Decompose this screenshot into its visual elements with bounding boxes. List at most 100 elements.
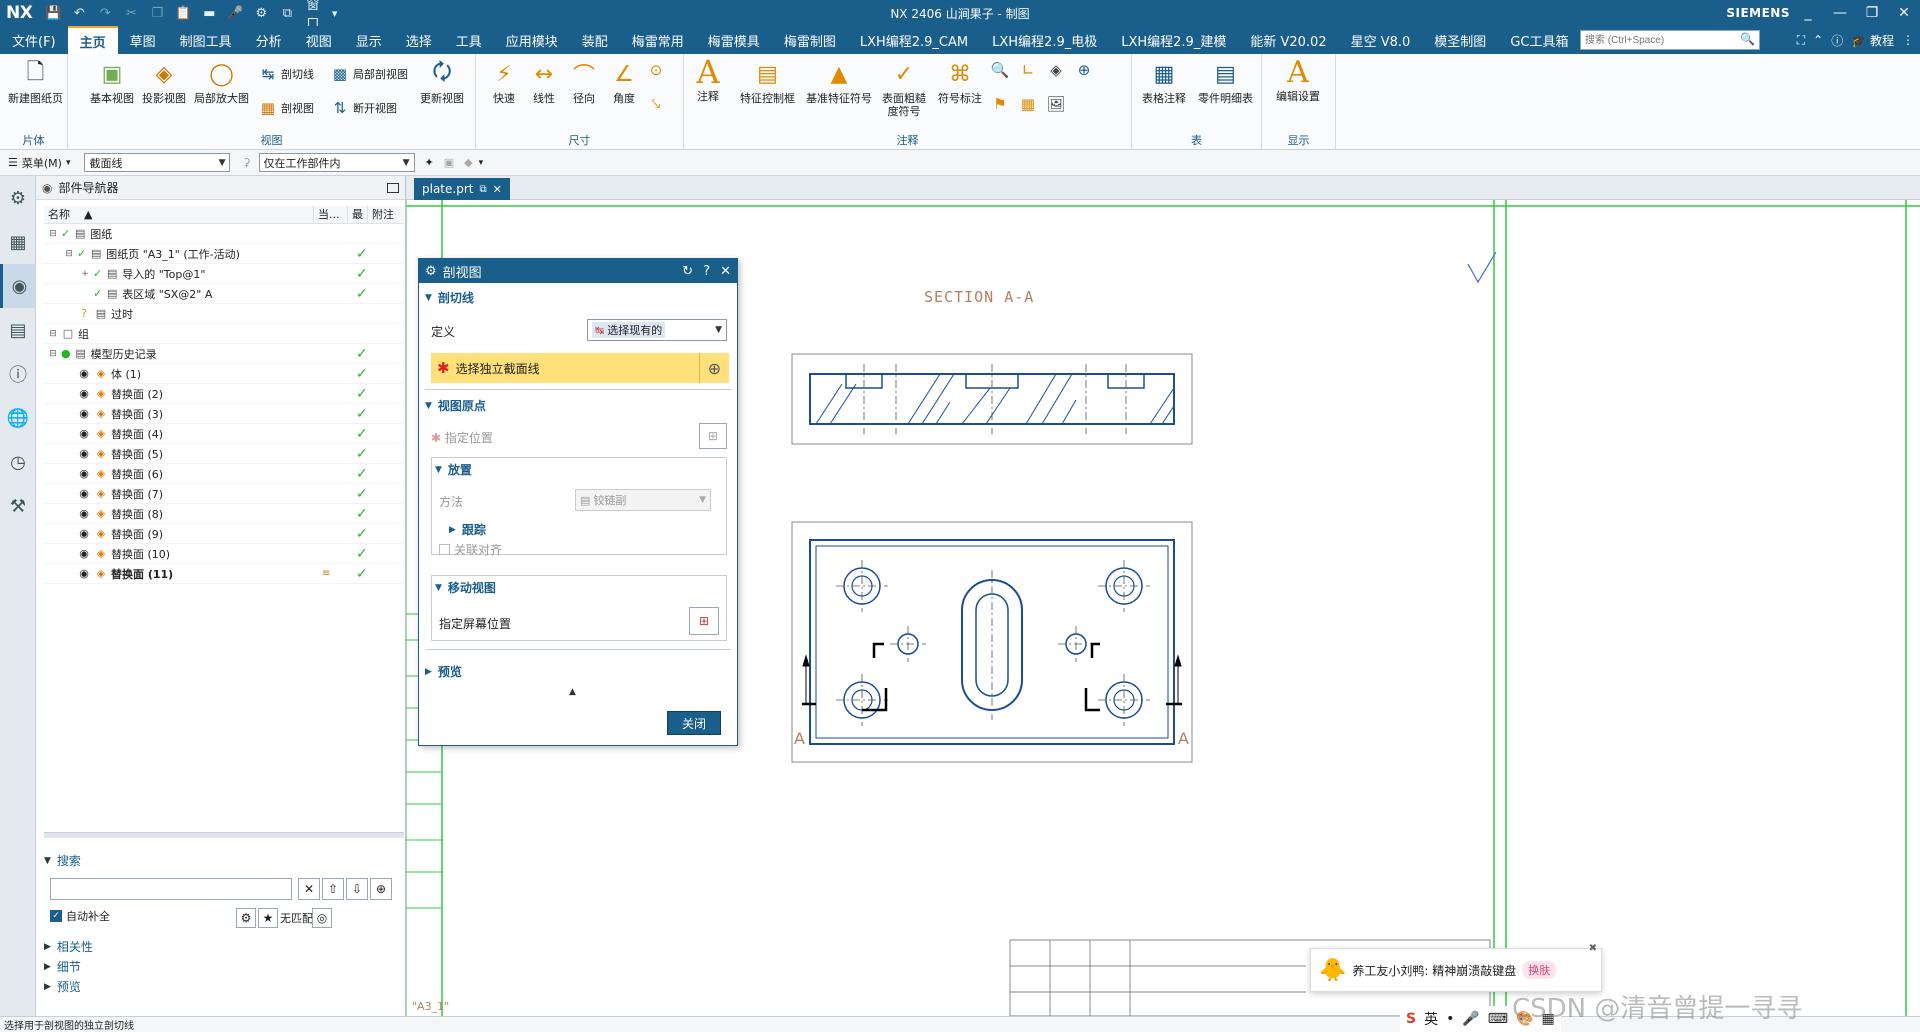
column-latest[interactable]: 最 xyxy=(348,206,368,223)
tree-row[interactable]: ⊟ ✓ ▤ 图纸 xyxy=(44,224,404,244)
section-view[interactable] xyxy=(791,353,1193,445)
detail-view-button[interactable]: ◯ 局部放大图 xyxy=(194,58,249,106)
collapse-ribbon-icon[interactable]: ⌃ xyxy=(1813,33,1823,47)
preview-group-header[interactable]: ▶ 预览 xyxy=(425,663,731,680)
roles-icon[interactable]: ⚒ xyxy=(0,484,36,528)
visibility-eye-icon[interactable]: ◉ xyxy=(77,487,91,501)
section-details[interactable]: ▶ 细节 xyxy=(44,958,81,975)
paste-icon[interactable]: 📋 xyxy=(172,3,194,23)
menu-xingkong[interactable]: 星空 V8.0 xyxy=(1339,26,1423,54)
ime-swap-skin-button[interactable]: 换肤 xyxy=(1522,961,1557,979)
match-locate-button[interactable]: ◎ xyxy=(312,908,332,928)
rapid-dimension-button[interactable]: ⚡ 快速 xyxy=(486,58,522,106)
settings-gear-icon[interactable]: ⚙ xyxy=(0,176,36,220)
microphone-icon[interactable]: 🎤 xyxy=(1462,1011,1479,1027)
restore-icon[interactable]: ❐ xyxy=(1856,0,1888,26)
web-browser-icon[interactable]: 🌐 xyxy=(0,396,36,440)
break-out-section-button[interactable]: ▩ 局部剖视图 xyxy=(330,64,408,84)
base-view-button[interactable]: ▣ 基本视图 xyxy=(90,58,134,106)
section-line-group-header[interactable]: ▼ 剖切线 xyxy=(425,289,731,306)
sogou-logo-icon[interactable]: S xyxy=(1406,1011,1416,1027)
search-down-button[interactable]: ⇩ xyxy=(346,878,368,900)
track-group-header[interactable]: ▶ 跟踪 xyxy=(449,521,649,538)
navigator-splitter[interactable] xyxy=(44,832,404,838)
crosshair-icon[interactable]: ⊕ xyxy=(699,353,729,383)
maximize-icon[interactable] xyxy=(387,182,399,193)
hd3d-tools-icon[interactable]: ⓘ xyxy=(0,352,36,396)
tree-row[interactable]: ◉ ◈ 替换面 (3) ✓ xyxy=(44,404,404,424)
dialog-titlebar[interactable]: ⚙ 剖视图 ↻ ? ✕ xyxy=(419,259,737,283)
search-section-header[interactable]: ▼ 搜索 xyxy=(44,852,81,869)
visibility-eye-icon[interactable]: ◉ xyxy=(77,527,91,541)
datum-feature-symbol-button[interactable]: ▲ 基准特征符号 xyxy=(806,58,872,106)
crosshatch-button[interactable]: ▦ xyxy=(1018,94,1038,114)
cut-icon[interactable]: ✂ xyxy=(120,3,142,23)
specify-location-button[interactable]: ⊞ xyxy=(699,423,727,449)
search-locate-button[interactable]: ⊕ xyxy=(370,878,392,900)
define-dropdown[interactable]: ↹ 选择现有的 ▼ xyxy=(587,319,727,341)
area-fill-button[interactable]: ◈ xyxy=(1046,60,1066,80)
visibility-eye-icon[interactable]: ◉ xyxy=(77,427,91,441)
leader-button[interactable]: ∟ xyxy=(1018,60,1038,80)
tree-row[interactable]: ◉ ◈ 体 (1) ✓ xyxy=(44,364,404,384)
reset-icon[interactable]: ↻ xyxy=(682,264,693,279)
table-note-button[interactable]: ▦ 表格注释 xyxy=(1142,58,1186,106)
section-line-button[interactable]: ↹ 剖切线 xyxy=(258,64,314,84)
navigator-search-input[interactable] xyxy=(50,878,292,900)
ime-notification[interactable]: 🐥 养工友小刘鸭: 精神崩溃敲键盘 换肤 ✖ xyxy=(1310,943,1602,992)
dialog-close-button[interactable]: 关闭 xyxy=(667,711,721,735)
window-menu[interactable]: 窗口 ▾ xyxy=(302,0,341,32)
menu-select[interactable]: 选择 xyxy=(394,26,444,54)
tree-row[interactable]: ◉ ◈ 替换面 (6) ✓ xyxy=(44,464,404,484)
chamfer-dimension-button[interactable]: ⤥ xyxy=(646,94,666,114)
menu-meilei-mold[interactable]: 梅雷模具 xyxy=(696,26,772,54)
fullscreen-icon[interactable]: ⛶ xyxy=(1797,33,1805,48)
help-circle-icon[interactable]: ⓘ xyxy=(1831,32,1843,49)
menu-nengxin[interactable]: 能新 V20.02 xyxy=(1238,26,1338,54)
section-view-button[interactable]: ▦ 剖视图 xyxy=(258,98,314,118)
move-view-group-header[interactable]: ▼ 移动视图 xyxy=(435,579,715,596)
menu-assembly[interactable]: 装配 xyxy=(570,26,620,54)
repeat-command-icon[interactable]: ▬ xyxy=(198,3,220,23)
menu-lxh-cam[interactable]: LXH编程2.9_CAM xyxy=(848,26,980,54)
visibility-eye-icon[interactable]: ◉ xyxy=(77,507,91,521)
angular-dimension-button[interactable]: ∠ 角度 xyxy=(606,58,642,106)
touch-mode-icon[interactable]: ⚙ xyxy=(250,3,272,23)
ribbon-options-icon[interactable]: ⋮ xyxy=(1902,33,1914,47)
expand-toggle-icon[interactable]: ⊟ xyxy=(64,249,74,259)
visibility-eye-icon[interactable]: ◉ xyxy=(77,567,91,581)
command-search-input[interactable] xyxy=(1580,30,1760,50)
menu-tools[interactable]: 工具 xyxy=(444,26,494,54)
tree-row[interactable]: + ✓ ▤ 导入的 "Top@1" ✓ xyxy=(44,264,404,284)
copy-icon[interactable]: ❐ xyxy=(146,3,168,23)
feature-control-frame-button[interactable]: ▤ 特征控制框 xyxy=(740,58,795,106)
tree-row[interactable]: ◉ ◈ 替换面 (8) ✓ xyxy=(44,504,404,524)
image-button[interactable]: 🖼 xyxy=(1046,94,1066,114)
parts-list-button[interactable]: ▤ 零件明细表 xyxy=(1198,58,1253,106)
float-tab-icon[interactable]: ⧉ xyxy=(479,184,486,195)
selection-scope-dropdown[interactable]: 仅在工作部件内 ▼ xyxy=(258,153,415,172)
tree-row[interactable]: ⊟ □ 组 xyxy=(44,324,404,344)
view-origin-group-header[interactable]: ▼ 视图原点 xyxy=(425,397,731,414)
collapse-dialog-icon[interactable]: ▲ xyxy=(569,687,576,697)
select-assembly-icon[interactable]: ▣ xyxy=(444,156,454,169)
punctuation-icon[interactable]: • xyxy=(1446,1011,1454,1027)
clear-search-button[interactable]: ✕ xyxy=(298,878,320,900)
dropdown-arrow-icon[interactable]: ▾ xyxy=(479,158,484,168)
tutorial-link[interactable]: 🎓 教程 xyxy=(1851,32,1894,49)
undo-icon[interactable]: ↶ xyxy=(68,3,90,23)
new-sheet-button[interactable]: 🗋 新建图纸页 xyxy=(8,58,63,105)
snap-point-icon[interactable]: ✦ xyxy=(425,156,434,169)
symbol-label-button[interactable]: ⌘ 符号标注 xyxy=(938,58,982,106)
close-icon[interactable]: ✕ xyxy=(1888,0,1920,26)
flag-note-button[interactable]: ⚑ xyxy=(990,94,1010,114)
menu-applications[interactable]: 应用模块 xyxy=(494,26,570,54)
redo-icon[interactable]: ↷ xyxy=(94,3,116,23)
visibility-eye-icon[interactable]: ◉ xyxy=(77,447,91,461)
menu-file[interactable]: 文件(F) xyxy=(0,26,68,54)
radial-dimension-button[interactable]: ⌒ 径向 xyxy=(566,58,602,105)
search-options-button[interactable]: ⚙ xyxy=(236,908,256,928)
switch-window-icon[interactable]: ⧉ xyxy=(276,3,298,23)
placement-group-header[interactable]: ▼ 放置 xyxy=(435,461,715,478)
tree-row[interactable]: ⊟ ✓ ▤ 图纸页 "A3_1" (工作-活动) ✓ xyxy=(44,244,404,264)
